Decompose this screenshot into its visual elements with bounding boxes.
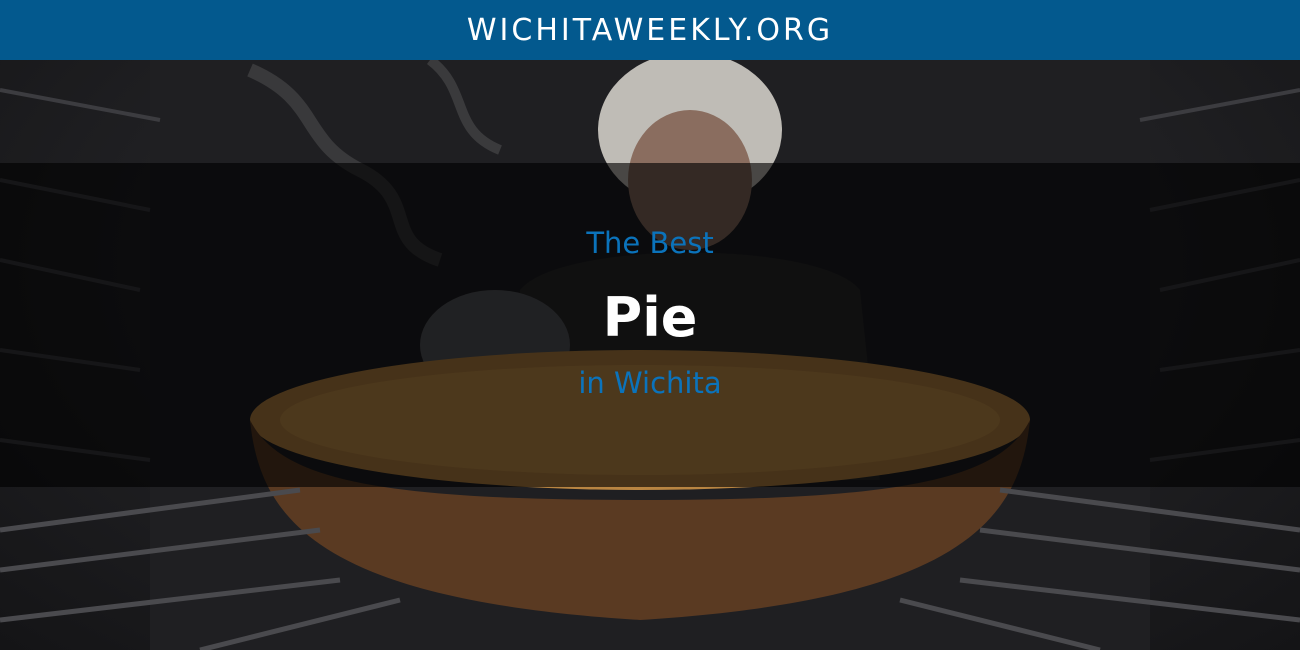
page-title: Pie [602,286,698,349]
header-bar: WICHITAWEEKLY.ORG [0,0,1300,60]
kicker-text: The Best [586,226,714,260]
site-name[interactable]: WICHITAWEEKLY.ORG [467,13,833,48]
location-text: in Wichita [578,366,722,400]
